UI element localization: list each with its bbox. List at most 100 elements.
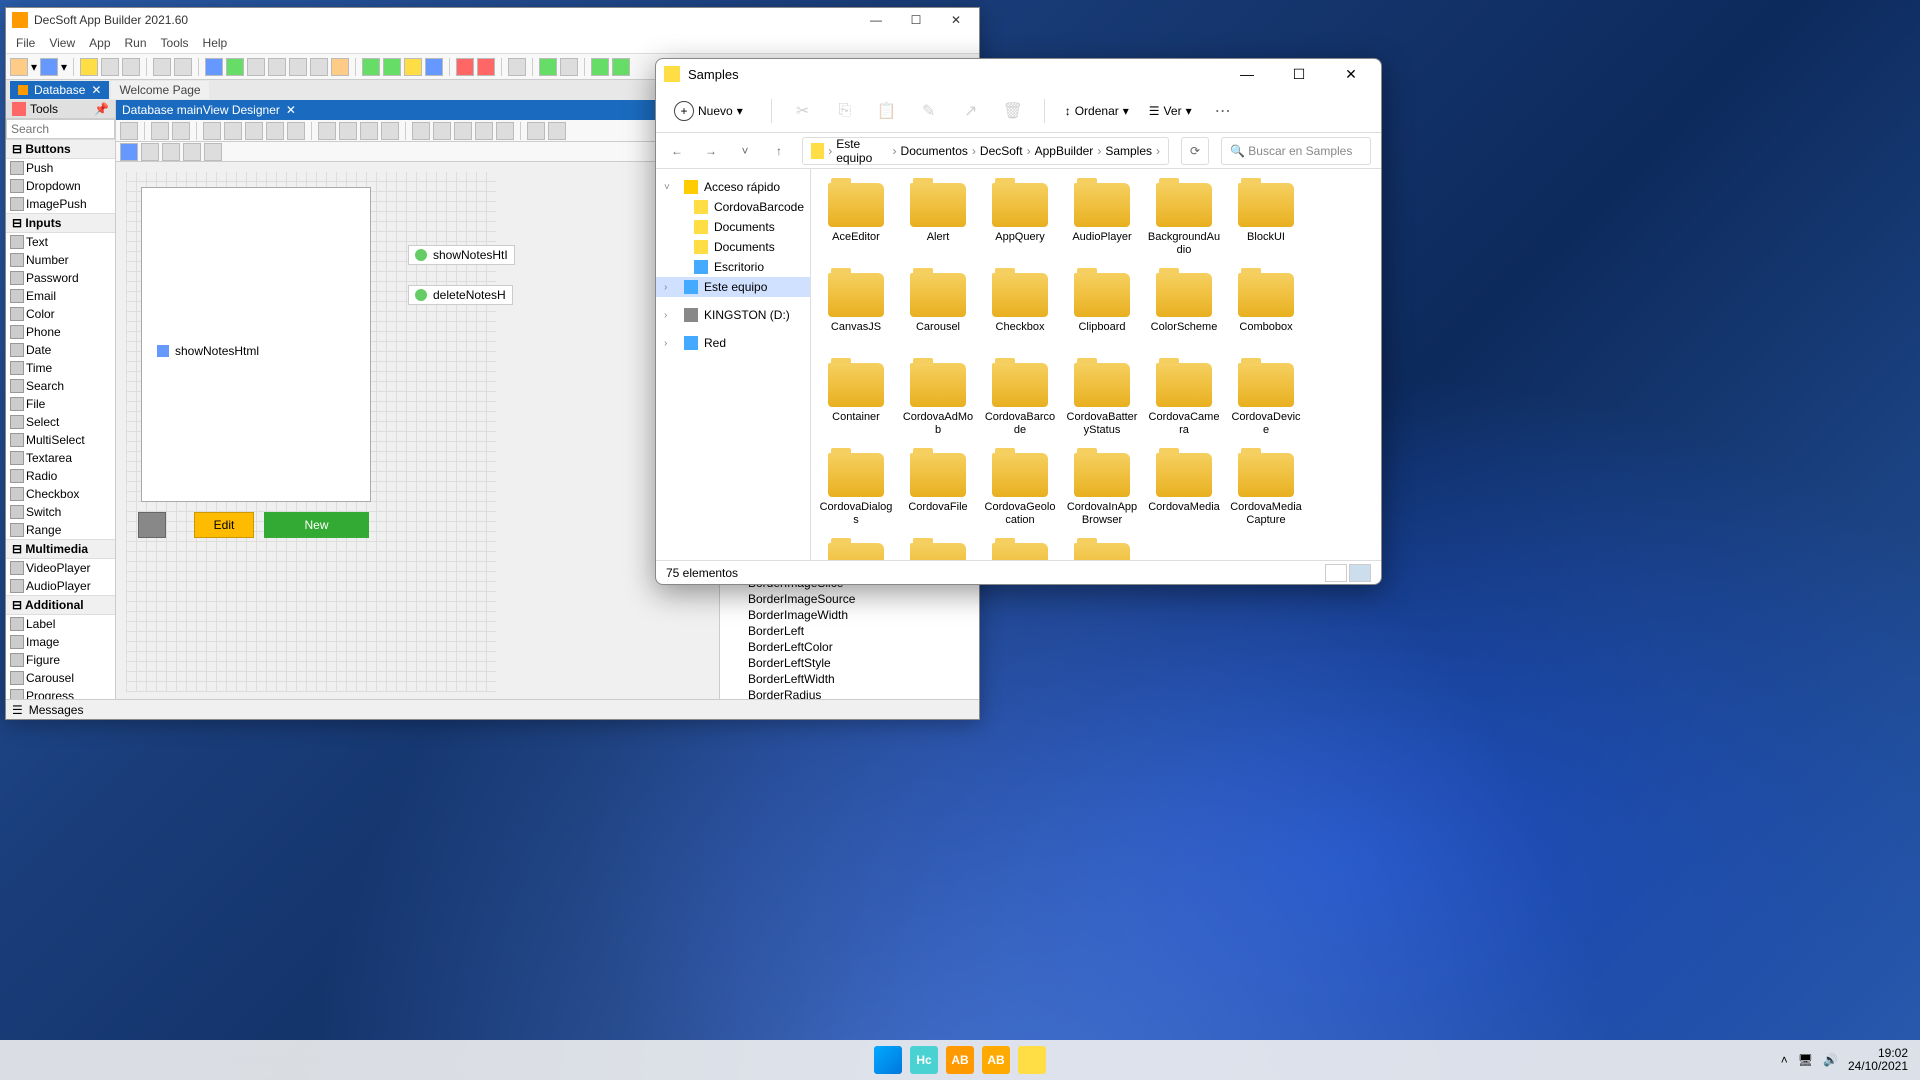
tool-item-textarea[interactable]: Textarea (6, 449, 115, 467)
folder-item[interactable]: Container (815, 359, 897, 449)
tool-item-push[interactable]: Push (6, 159, 115, 177)
folder-item[interactable]: AceEditor (815, 179, 897, 269)
toolbar-run-icon[interactable] (539, 58, 557, 76)
tool-item-checkbox[interactable]: Checkbox (6, 485, 115, 503)
prop-item[interactable]: BorderLeftColor (720, 639, 979, 655)
toolbar-icon[interactable] (153, 58, 171, 76)
breadcrumb-item[interactable]: Este equipo (836, 137, 888, 165)
breadcrumb-item[interactable]: DecSoft (980, 144, 1023, 158)
toolbar-icon[interactable] (612, 58, 630, 76)
folder-item[interactable]: CordovaMedia (1143, 449, 1225, 539)
tool-item-imagepush[interactable]: ImagePush (6, 195, 115, 213)
toolbar-icon[interactable] (174, 58, 192, 76)
toolbar-icon[interactable] (205, 58, 223, 76)
folder-item[interactable]: CanvasJS (815, 269, 897, 359)
icons-view-icon[interactable] (1349, 564, 1371, 582)
toolbar-icon[interactable] (101, 58, 119, 76)
design-edit-button[interactable]: Edit (194, 512, 254, 538)
folder-item[interactable]: Combobox (1225, 269, 1307, 359)
folder-item[interactable]: Clipboard (1061, 269, 1143, 359)
dt-icon[interactable] (245, 122, 263, 140)
sort-button[interactable]: ↕ Ordenar ▾ (1065, 104, 1129, 118)
designer-close-icon[interactable]: ✕ (286, 103, 296, 117)
folder-item[interactable]: CordovaGeolocation (979, 449, 1061, 539)
dt-icon[interactable] (339, 122, 357, 140)
new-button[interactable]: +Nuevo▾ (666, 97, 751, 125)
tool-category[interactable]: ⊟ Buttons (6, 139, 115, 159)
folder-item[interactable]: CordovaNetworkInformation (815, 539, 897, 560)
tool-item-label[interactable]: Label (6, 615, 115, 633)
menu-view[interactable]: View (49, 36, 75, 50)
tool-item-time[interactable]: Time (6, 359, 115, 377)
toolbar-icon[interactable] (425, 58, 443, 76)
dt-icon[interactable] (151, 122, 169, 140)
minimize-button[interactable]: — (1225, 59, 1269, 89)
back-icon[interactable]: ← (666, 140, 688, 162)
sidebar-item[interactable]: ˅Acceso rápido (656, 177, 810, 197)
prop-item[interactable]: BorderLeftStyle (720, 655, 979, 671)
tool-item-select[interactable]: Select (6, 413, 115, 431)
folder-item[interactable]: Checkbox (979, 269, 1061, 359)
toolbar-icon[interactable] (268, 58, 286, 76)
dt-icon[interactable] (454, 122, 472, 140)
folder-item[interactable]: CordovaInAppBrowser (1061, 449, 1143, 539)
tray-volume-icon[interactable]: 🔊 (1823, 1053, 1838, 1067)
folder-item[interactable]: CordovaBatteryStatus (1061, 359, 1143, 449)
dt-icon[interactable] (496, 122, 514, 140)
taskbar-app-icon[interactable]: AB (946, 1046, 974, 1074)
pin-icon[interactable]: 📌 (94, 102, 109, 116)
up-icon[interactable]: ↑ (768, 140, 790, 162)
copy-icon[interactable]: ⎘ (834, 100, 856, 122)
folder-item[interactable]: AudioPlayer (1061, 179, 1143, 269)
folder-item[interactable]: CordovaPushNotifications (897, 539, 979, 560)
folder-item[interactable]: BackgroundAudio (1143, 179, 1225, 269)
tool-item-carousel[interactable]: Carousel (6, 669, 115, 687)
design-element-html[interactable]: showNotesHtml (151, 342, 265, 360)
tool-item-progress[interactable]: Progress (6, 687, 115, 699)
toolbar-icon[interactable] (404, 58, 422, 76)
maximize-button[interactable]: ☐ (1277, 59, 1321, 89)
start-button[interactable] (874, 1046, 902, 1074)
paste-icon[interactable]: 📋 (876, 100, 898, 122)
tool-item-radio[interactable]: Radio (6, 467, 115, 485)
dt-icon[interactable] (318, 122, 336, 140)
design-new-button[interactable]: New (264, 512, 369, 538)
toolbar-icon[interactable] (591, 58, 609, 76)
close-button[interactable]: ✕ (1329, 59, 1373, 89)
search-input[interactable]: 🔍 Buscar en Samples (1221, 137, 1371, 165)
tool-item-videoplayer[interactable]: VideoPlayer (6, 559, 115, 577)
menu-tools[interactable]: Tools (161, 36, 189, 50)
folder-item[interactable]: CordovaStatusbar (1061, 539, 1143, 560)
menu-help[interactable]: Help (203, 36, 228, 50)
folder-item[interactable]: CordovaBarcode (979, 359, 1061, 449)
more-icon[interactable]: ⋯ (1212, 100, 1234, 122)
tool-item-switch[interactable]: Switch (6, 503, 115, 521)
tool-item-color[interactable]: Color (6, 305, 115, 323)
toolbar-icon[interactable] (289, 58, 307, 76)
folder-item[interactable]: CordovaMediaCapture (1225, 449, 1307, 539)
dt-icon[interactable] (287, 122, 305, 140)
prop-item[interactable]: BorderImageSource (720, 591, 979, 607)
toolbar-icon[interactable] (456, 58, 474, 76)
rename-icon[interactable]: ✎ (918, 100, 940, 122)
dt2-icon[interactable] (120, 143, 138, 161)
dt2-icon[interactable] (204, 143, 222, 161)
dt-icon[interactable] (120, 122, 138, 140)
dt-icon[interactable] (527, 122, 545, 140)
recent-icon[interactable]: ˅ (734, 140, 756, 162)
toolbar-icon[interactable] (477, 58, 495, 76)
toolbar-icon[interactable] (226, 58, 244, 76)
folder-item[interactable]: CordovaAdMob (897, 359, 979, 449)
tool-item-range[interactable]: Range (6, 521, 115, 539)
tools-search-input[interactable] (6, 119, 115, 139)
sidebar-item[interactable]: CordovaBarcode (656, 197, 810, 217)
tool-item-phone[interactable]: Phone (6, 323, 115, 341)
toolbar-open-icon[interactable] (40, 58, 58, 76)
tool-item-file[interactable]: File (6, 395, 115, 413)
tool-item-multiselect[interactable]: MultiSelect (6, 431, 115, 449)
taskbar-explorer-icon[interactable] (1018, 1046, 1046, 1074)
view-button[interactable]: ☰ Ver ▾ (1149, 104, 1192, 118)
folder-item[interactable]: CordovaDevice (1225, 359, 1307, 449)
breadcrumb-item[interactable]: Samples (1105, 144, 1152, 158)
messages-bar[interactable]: ☰ Messages (6, 699, 979, 719)
